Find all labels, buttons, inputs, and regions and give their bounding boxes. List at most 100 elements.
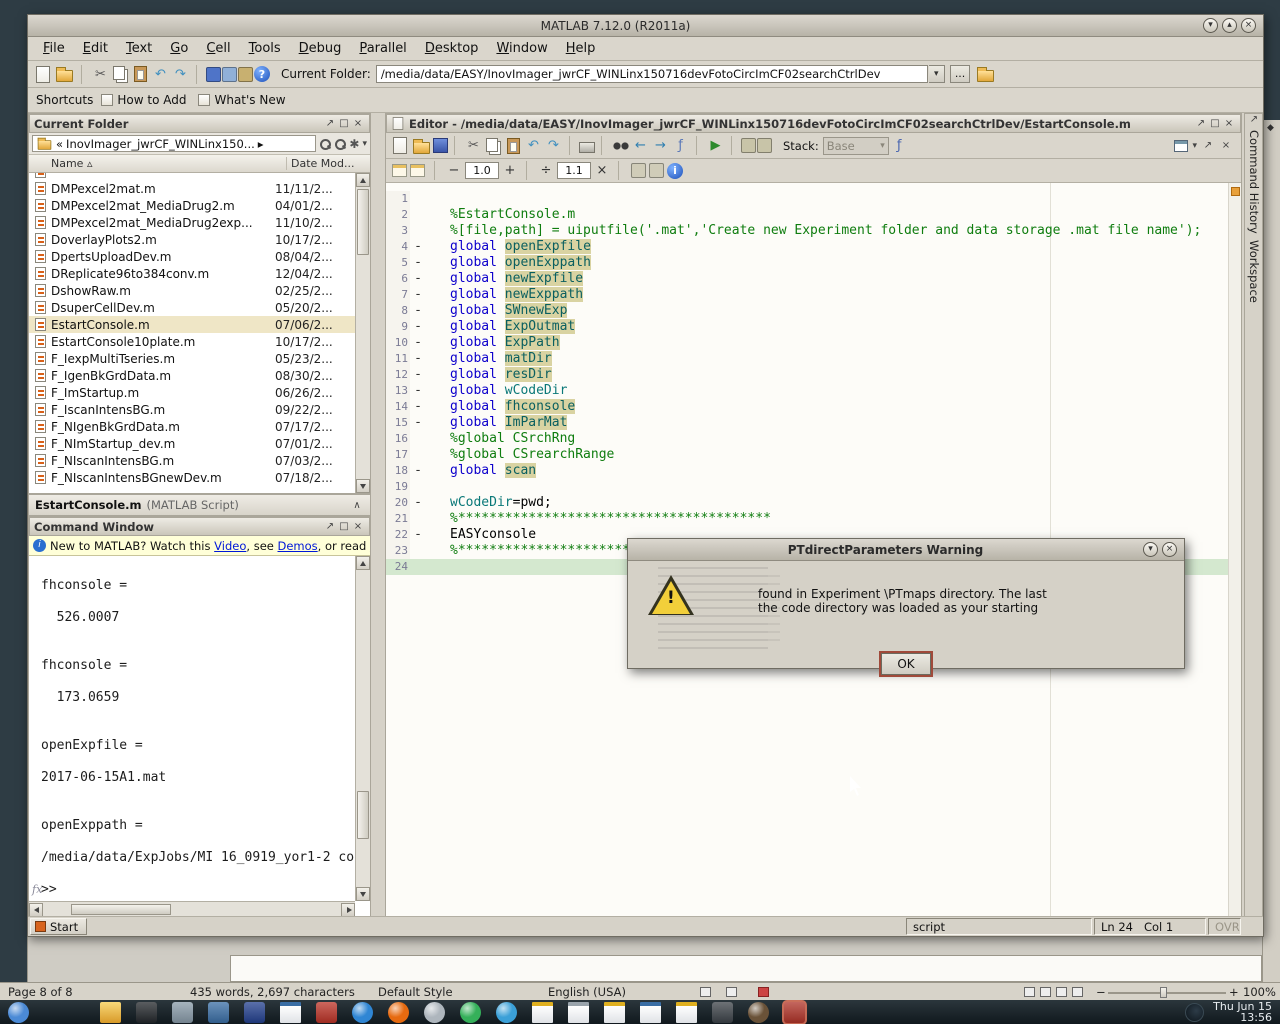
file-row-dmpexcel2mat-mediadrug2exp[interactable]: DMPexcel2mat_MediaDrug2exp...11/10/2... [29,214,355,231]
zoom-slider-track[interactable] [1108,992,1226,994]
banner-link[interactable]: Demos [278,539,318,553]
start-button[interactable]: Start [30,918,87,935]
next-cell-icon[interactable] [649,163,664,178]
search-icon[interactable] [319,138,331,150]
file-row-f-imstartup-m[interactable]: F_ImStartup.m06/26/2... [29,384,355,401]
cell-info-icon[interactable]: i [667,163,683,179]
find-icon[interactable] [611,138,630,153]
multiply-value-field[interactable]: 1.1 [557,162,591,179]
up-folder-icon[interactable] [977,70,994,82]
doc-insert-mode-icon[interactable] [700,987,711,997]
ok-button[interactable]: OK [881,653,931,675]
menu-debug[interactable]: Debug [290,38,351,59]
command-window-hscrollbar[interactable] [29,901,355,917]
taskbar-clock[interactable]: Thu Jun 15 13:56 [1213,1001,1272,1024]
matlab-taskbar-icon[interactable] [784,1002,805,1023]
file-row-f-nigenbkgrddata-m[interactable]: F_NIgenBkGrdData.m07/17/2... [29,418,355,435]
function-icon[interactable]: ƒ [671,136,690,155]
dialog-titlebar[interactable]: PTdirectParameters Warning ▾ × [628,539,1184,561]
copy-icon[interactable] [113,66,125,80]
zoom-in-icon[interactable]: + [1229,985,1239,999]
undo-icon[interactable]: ↶ [524,136,543,155]
warning-dialog[interactable]: PTdirectParameters Warning ▾ × ! found i… [627,538,1185,669]
current-folder-titlebar[interactable]: Current Folder ↗ □ × [29,114,370,133]
code-line-7[interactable]: 7-global newExppath [386,287,1241,303]
layout-dropdown-icon[interactable]: ▾ [1192,141,1197,151]
multiply-value-icon[interactable]: × [595,163,609,178]
column-name[interactable]: Name ▵ [29,157,286,170]
doc-plain-icon[interactable] [568,1002,589,1023]
menu-help[interactable]: Help [557,38,605,59]
split-layout-icon[interactable] [1174,140,1188,152]
file-row-dshowraw-m[interactable]: DshowRaw.m02/25/2... [29,282,355,299]
file-row-dpertsuploaddev-m[interactable]: DpertsUploadDev.m08/04/2... [29,248,355,265]
editor-titlebar[interactable]: Editor - /media/data/EASY/InovImager_jwr… [386,114,1241,133]
file-list[interactable]: DMPexcel2mat.m11/11/2...DMPexcel2mat_Med… [29,173,355,493]
collapse-icon[interactable]: ∧ [350,500,364,511]
maximize-icon[interactable]: □ [337,521,351,532]
undock-icon[interactable]: ↗ [323,118,337,129]
scroll-down-icon[interactable] [356,887,370,901]
doc-zoom-percent[interactable]: 100% [1243,985,1276,999]
paste-icon[interactable] [507,138,520,154]
menu-edit[interactable]: Edit [74,38,117,59]
paste-icon[interactable] [134,66,147,82]
file-row-dreplicate96to384conv-m[interactable]: DReplicate96to384conv.m12/04/2... [29,265,355,282]
command-window-titlebar[interactable]: Command Window ↗ □ × [29,517,370,536]
help-icon[interactable]: ? [254,66,270,82]
gimp-icon[interactable] [748,1002,769,1023]
shortcuts-label[interactable]: Shortcuts [36,93,93,107]
print-icon[interactable] [579,142,595,153]
command-window-vscrollbar[interactable] [355,556,370,901]
gray-sphere-icon[interactable] [424,1002,445,1023]
close-icon[interactable]: × [1219,140,1233,151]
code-line-10[interactable]: 10-global ExpPath [386,335,1241,351]
code-line-21[interactable]: 21%*************************************… [386,511,1241,527]
cut-icon[interactable]: ✂ [91,65,110,84]
file-row-doverlayplots2-m[interactable]: DoverlayPlots2.m10/17/2... [29,231,355,248]
close-icon[interactable]: × [351,118,365,129]
mlint-warning-icon[interactable] [1231,187,1240,196]
menu-tools[interactable]: Tools [240,38,290,59]
breadcrumb-chevron-icon[interactable]: ▸ [258,137,264,151]
shade-button[interactable]: ▾ [1143,542,1158,557]
file-manager-icon[interactable] [100,1002,121,1023]
red-app-icon[interactable] [316,1002,337,1023]
scrollbar-thumb[interactable] [71,904,171,915]
app-launcher-icon[interactable] [8,1002,29,1023]
doc-view-multi-icon[interactable] [1040,987,1051,997]
file-row-estartconsole-m[interactable]: EstartConsole.m07/06/2... [29,316,355,333]
menu-window[interactable]: Window [487,38,556,59]
menu-parallel[interactable]: Parallel [350,38,415,59]
code-line-2[interactable]: 2%EstartConsole.m [386,207,1241,223]
cut-icon[interactable]: ✂ [464,136,483,155]
scrollbar-thumb[interactable] [357,189,369,255]
code-line-5[interactable]: 5-global openExppath [386,255,1241,271]
new-file-icon[interactable] [36,66,50,83]
fx-icon[interactable]: fx [32,883,42,896]
doc-selection-mode-icon[interactable] [726,987,737,997]
doc-yellow2-icon[interactable] [604,1002,625,1023]
file-row-f-niscanintensbg-m[interactable]: F_NIscanIntensBG.m07/03/2... [29,452,355,469]
scroll-up-icon[interactable] [356,173,370,187]
zoom-search-icon[interactable] [334,138,346,150]
maximize-icon[interactable]: □ [1208,118,1222,129]
blue-app-icon[interactable] [244,1002,265,1023]
scrollbar-thumb[interactable] [357,791,369,839]
undock-icon[interactable]: ↗ [323,521,337,532]
code-line-1[interactable]: 1 [386,191,1241,207]
file-detail-bar[interactable]: EstartConsole.m (MATLAB Script) ∧ [28,494,371,516]
file-row-dmpexcel2mat-m[interactable]: DMPexcel2mat.m11/11/2... [29,180,355,197]
open-file-icon[interactable] [56,70,73,82]
code-line-14[interactable]: 14-global fhconsole [386,399,1241,415]
tab-command-history[interactable]: Command History [1247,130,1261,234]
file-row-dmpexcel2mat-mediadrug2-m[interactable]: DMPexcel2mat_MediaDrug2.m04/01/2... [29,197,355,214]
column-date-modified[interactable]: Date Mod... [286,157,370,170]
doc-yellow3-icon[interactable] [676,1002,697,1023]
code-line-13[interactable]: 13-global wCodeDir [386,383,1241,399]
cyan-sphere-icon[interactable] [496,1002,517,1023]
code-line-8[interactable]: 8-global SWnewExp [386,303,1241,319]
blue-sphere-icon[interactable] [352,1002,373,1023]
undo-icon[interactable]: ↶ [151,65,170,84]
insert-cell-above-icon[interactable] [392,164,407,177]
